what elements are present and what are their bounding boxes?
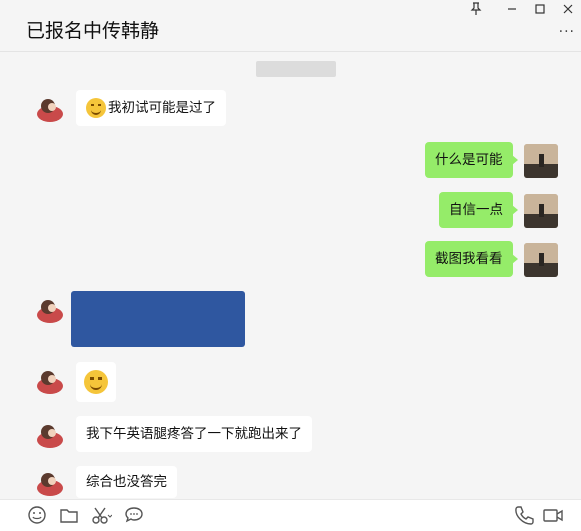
message-text: 我初试可能是过了 <box>108 100 216 116</box>
video-icon[interactable] <box>542 504 564 526</box>
pin-icon[interactable] <box>466 2 486 20</box>
message-bubble[interactable]: 自信一点 <box>439 192 518 228</box>
timestamp-text <box>256 61 336 77</box>
emoji-icon[interactable] <box>26 504 48 526</box>
folder-icon[interactable] <box>58 504 80 526</box>
my-avatar[interactable] <box>524 243 558 277</box>
message-text: 我下午英语腿疼答了一下就跑出来了 <box>86 426 302 442</box>
phone-icon[interactable] <box>513 504 535 526</box>
title-bar: 已报名中传韩静 ··· <box>0 0 581 52</box>
timestamp-chip <box>256 61 336 77</box>
contact-avatar[interactable] <box>33 365 67 399</box>
message-text: 什么是可能 <box>435 152 503 168</box>
my-avatar[interactable] <box>524 194 558 228</box>
more-icon[interactable]: ··· <box>559 25 575 39</box>
message-bubble[interactable]: 截图我看看 <box>425 241 517 277</box>
image-message[interactable] <box>71 291 245 347</box>
message-bubble[interactable]: 我下午英语腿疼答了一下就跑出来了 <box>76 416 312 452</box>
my-avatar[interactable] <box>524 144 558 178</box>
message-text: 自信一点 <box>449 202 503 218</box>
input-toolbar <box>0 499 581 531</box>
chat-history-icon[interactable] <box>123 504 145 526</box>
grin-emoji-icon <box>86 98 106 118</box>
message-bubble[interactable]: 什么是可能 <box>425 142 517 178</box>
contact-avatar[interactable] <box>33 93 67 127</box>
message-bubble[interactable]: 我初试可能是过了 <box>76 90 226 126</box>
sticker-message[interactable] <box>76 362 116 402</box>
chat-title: 已报名中传韩静 <box>26 20 160 42</box>
message-text: 综合也没答完 <box>86 474 167 490</box>
maximize-icon[interactable] <box>530 2 550 20</box>
minimize-icon[interactable] <box>502 2 522 20</box>
contact-avatar[interactable] <box>33 419 67 453</box>
contact-avatar[interactable] <box>33 294 67 328</box>
grin-sticker-icon <box>84 370 108 394</box>
contact-avatar[interactable] <box>33 467 67 501</box>
message-bubble[interactable]: 综合也没答完 <box>76 466 177 498</box>
scissors-icon[interactable] <box>90 504 113 526</box>
message-text: 截图我看看 <box>435 251 503 267</box>
close-icon[interactable] <box>558 2 578 20</box>
